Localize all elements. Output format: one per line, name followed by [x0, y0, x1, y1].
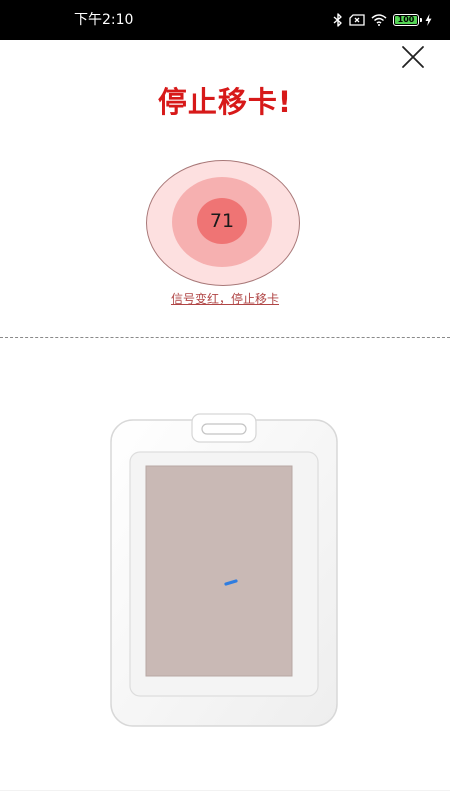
sim-off-icon — [349, 14, 365, 26]
status-icons: 100 — [333, 12, 432, 28]
bottom-edge — [0, 790, 450, 791]
close-button[interactable] — [398, 42, 428, 72]
wifi-icon — [371, 14, 387, 26]
bluetooth-icon — [333, 13, 343, 27]
battery-icon: 100 — [393, 14, 422, 26]
status-time: 下午2:10 — [74, 12, 134, 28]
dashed-divider — [0, 337, 450, 338]
close-icon — [402, 46, 424, 68]
nfc-scan-screen: 下午2:10 100 停止移卡! 71 信号变红，停止移卡 — [0, 0, 450, 800]
signal-hint-text: 信号变红，停止移卡 — [170, 292, 279, 306]
charging-icon — [425, 14, 432, 26]
status-bar: 下午2:10 100 — [0, 0, 450, 40]
card-holder-image — [108, 412, 340, 730]
page-title: 停止移卡! — [157, 85, 293, 119]
signal-strength-value: 71 — [209, 210, 235, 232]
battery-level: 100 — [397, 15, 415, 24]
